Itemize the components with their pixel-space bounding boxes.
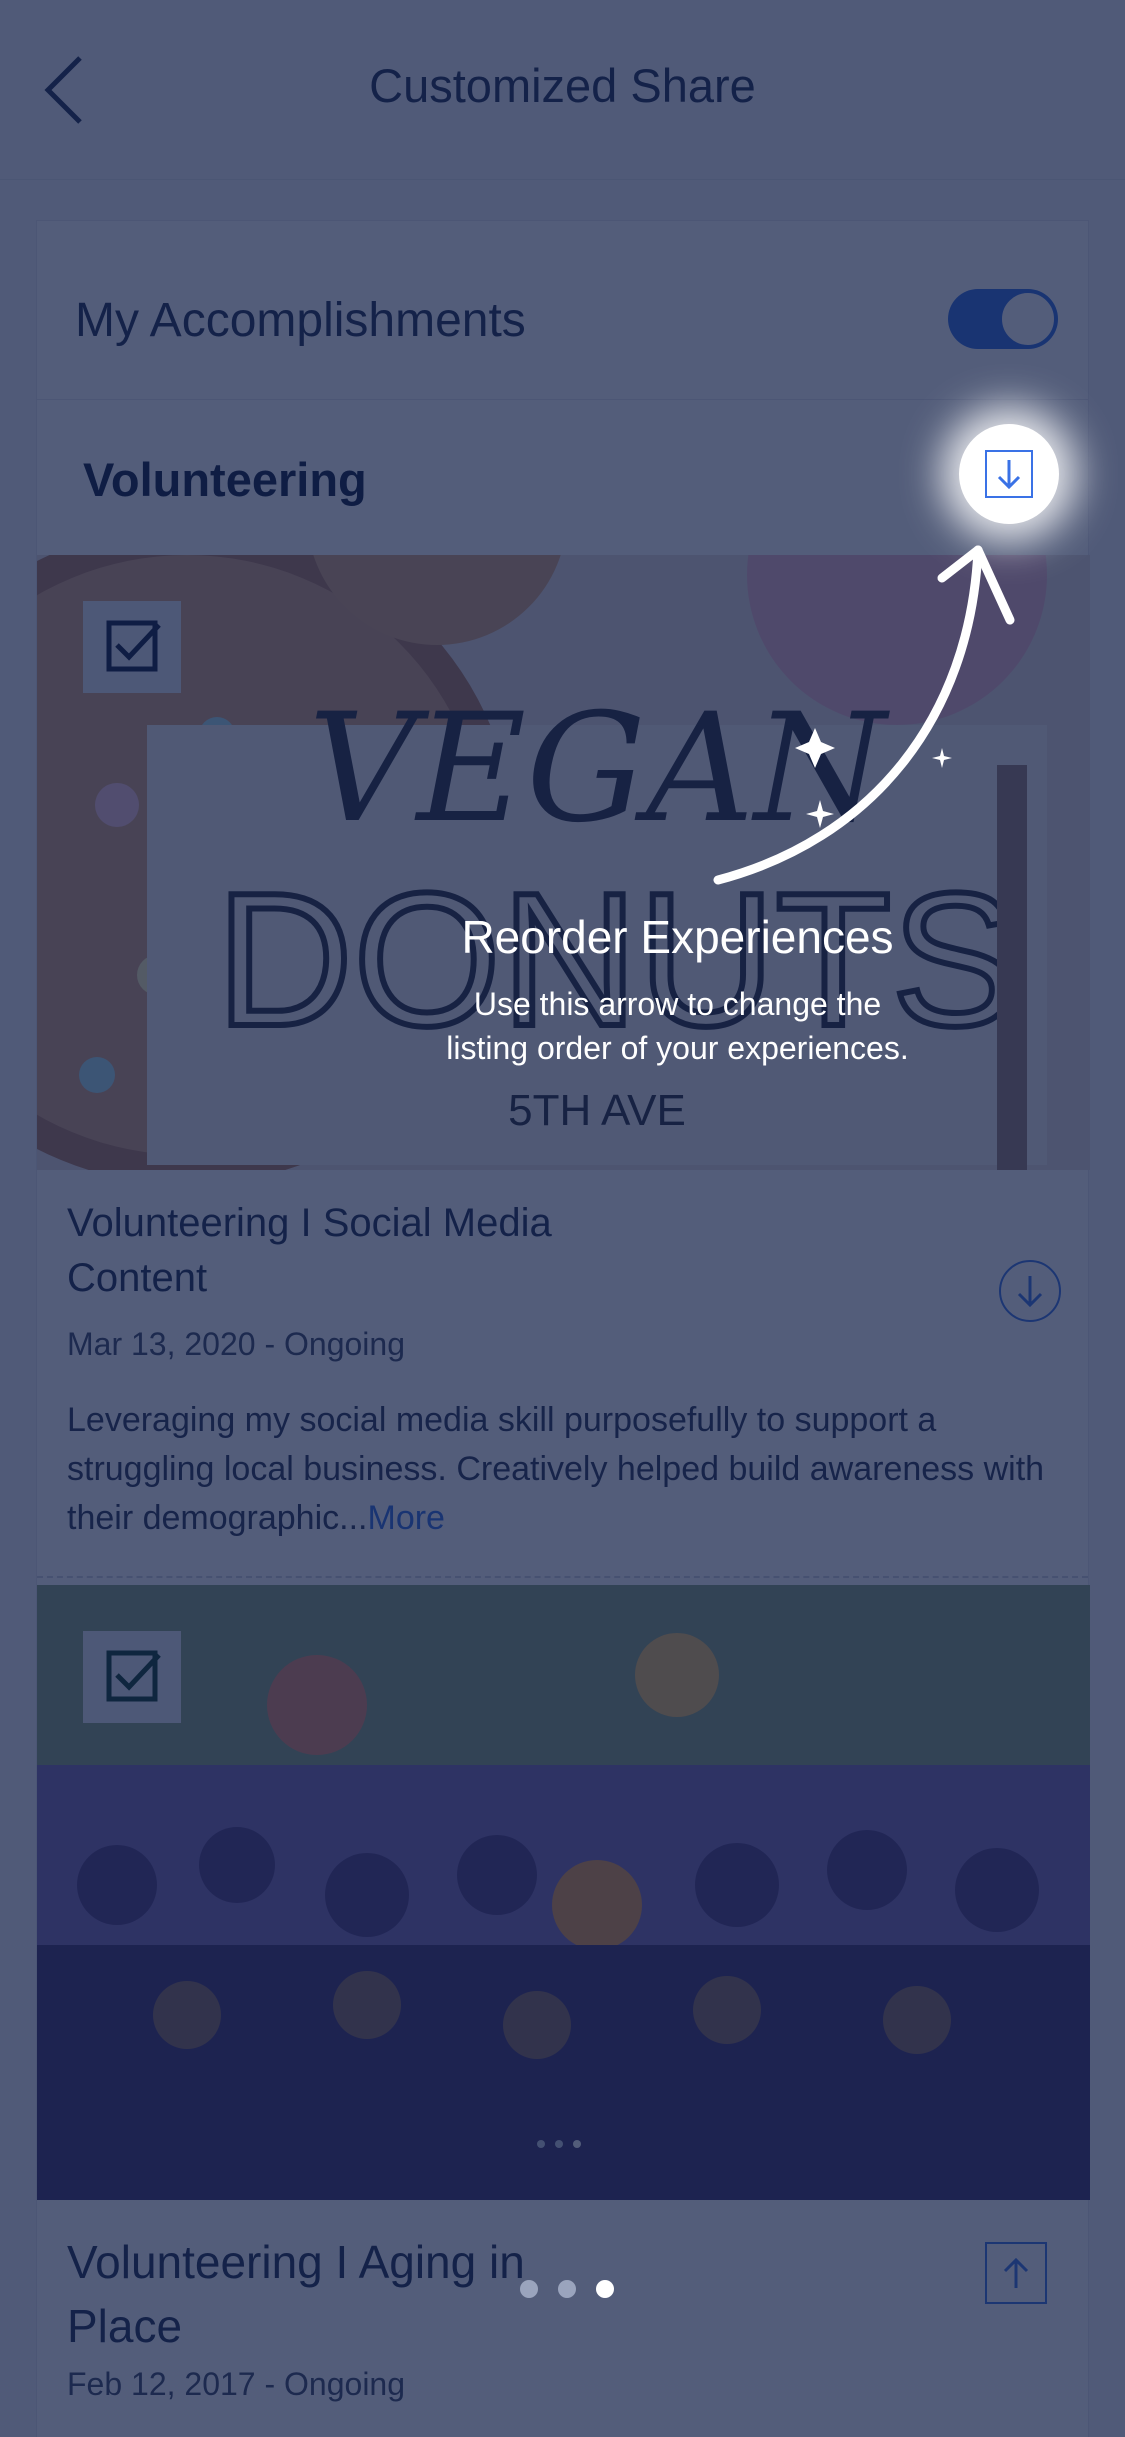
arrow-down-circle-icon: [1017, 1276, 1043, 1308]
move-up-button[interactable]: [985, 2242, 1047, 2304]
experience-description: Leveraging my social media skill purpose…: [67, 1396, 1057, 1543]
accomplishments-label: My Accomplishments: [75, 294, 526, 347]
navigation-bar: Customized Share: [0, 0, 1125, 180]
arrow-down-icon: [997, 460, 1021, 490]
image-pager: [537, 2140, 581, 2148]
svg-text:5TH AVE: 5TH AVE: [508, 1086, 686, 1135]
checkbox-checked-icon: [106, 620, 161, 672]
coachmark-title: Reorder Experiences: [461, 911, 894, 963]
arrow-up-square-icon: [1003, 2257, 1029, 2288]
move-down-button[interactable]: [999, 1260, 1061, 1322]
coachmark-text: Use this arrow to change the listing ord…: [446, 986, 909, 1066]
accomplishments-toggle[interactable]: [948, 289, 1058, 349]
checkbox-checked-icon: [106, 1650, 161, 1702]
pager-dot: [558, 2280, 576, 2298]
accomplishments-card: My Accomplishments: [36, 220, 1089, 400]
experience-checkbox[interactable]: [83, 1631, 181, 1723]
experience-date: Feb 12, 2017 - Ongoing: [67, 2366, 406, 2402]
page-title: Customized Share: [369, 59, 756, 112]
reorder-button[interactable]: [959, 424, 1059, 524]
coachmark-arrow-icon: [713, 545, 1015, 885]
experience-title[interactable]: Volunteering I Aging in Place: [67, 2230, 587, 2358]
more-link[interactable]: More: [368, 1499, 445, 1537]
experience-title[interactable]: Volunteering I Social Media Content: [67, 1196, 587, 1306]
pager-dot-active: [573, 2140, 581, 2148]
crowd-photo: [37, 1585, 1090, 2200]
description-text: Leveraging my social media skill purpose…: [67, 1401, 1045, 1537]
coachmark-pager: [520, 2280, 614, 2298]
pager-dot: [537, 2140, 545, 2148]
pager-dot-active: [596, 2280, 614, 2298]
experience-date: Mar 13, 2020 - Ongoing: [67, 1326, 405, 1362]
experience-checkbox[interactable]: [83, 601, 181, 693]
pager-dot: [555, 2140, 563, 2148]
experience-image: [37, 1585, 1090, 2200]
section-title: Volunteering: [83, 453, 367, 506]
pager-dot: [520, 2280, 538, 2298]
experience-divider: [37, 1576, 1088, 1578]
reorder-button-frame: [985, 450, 1033, 498]
toggle-knob: [1000, 291, 1056, 347]
